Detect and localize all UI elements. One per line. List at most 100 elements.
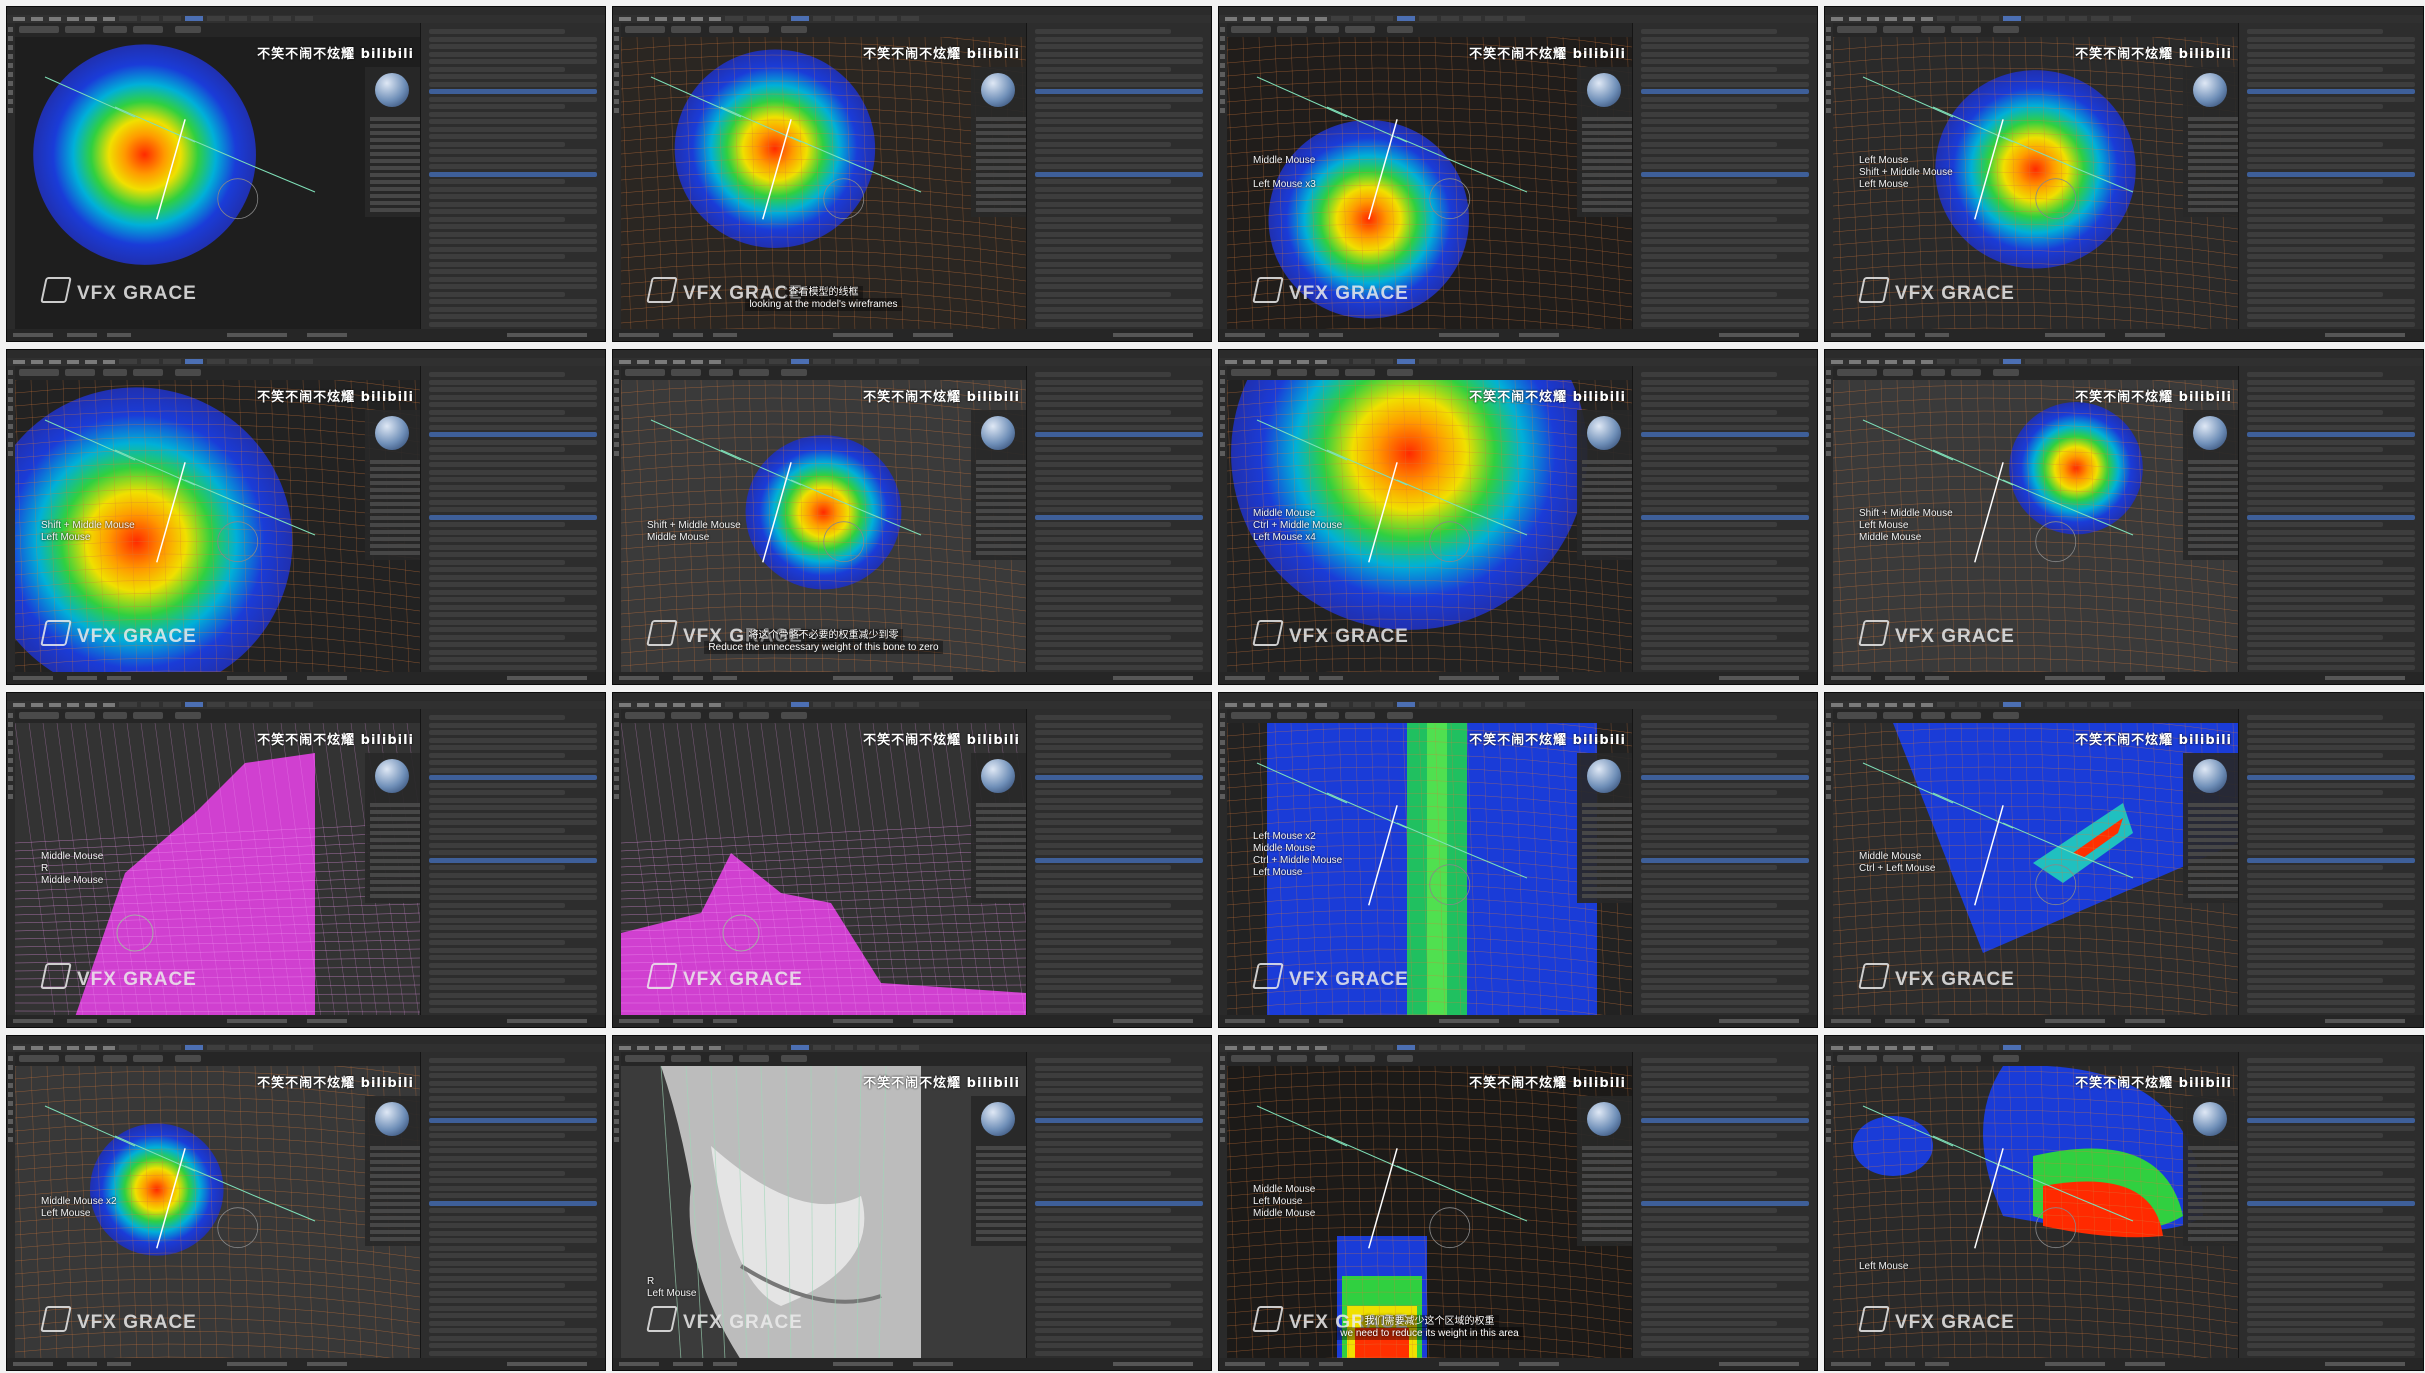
property-row[interactable] — [429, 947, 597, 953]
property-row[interactable] — [1035, 664, 1203, 670]
property-row[interactable] — [2247, 1260, 2415, 1266]
property-row[interactable] — [429, 1275, 597, 1281]
property-row[interactable] — [1035, 604, 1203, 610]
panel-field[interactable] — [370, 173, 420, 177]
tool-icon[interactable] — [1826, 63, 1831, 68]
property-row[interactable] — [429, 1350, 597, 1356]
property-row[interactable] — [1035, 1065, 1203, 1071]
property-row[interactable] — [1641, 29, 1777, 34]
property-row[interactable] — [1641, 947, 1809, 953]
property-row[interactable] — [429, 134, 597, 139]
property-row[interactable] — [1035, 529, 1203, 535]
header-dropdown[interactable] — [671, 26, 701, 33]
property-row[interactable] — [1035, 985, 1203, 990]
property-row[interactable] — [429, 767, 597, 773]
property-row[interactable] — [1641, 1155, 1809, 1161]
property-row[interactable] — [429, 962, 597, 968]
property-row[interactable] — [1035, 409, 1171, 415]
workspace-tab[interactable] — [769, 1045, 787, 1050]
tool-icon[interactable] — [8, 1074, 13, 1079]
property-row[interactable] — [1641, 224, 1809, 229]
tool-icon[interactable] — [614, 108, 619, 113]
property-row[interactable] — [2247, 842, 2415, 848]
property-row[interactable] — [1641, 1238, 1809, 1243]
menu-bar[interactable] — [1219, 15, 1817, 23]
tool-icon[interactable] — [8, 415, 13, 420]
workspace-tab[interactable] — [901, 359, 919, 364]
property-row[interactable] — [2247, 649, 2415, 655]
property-row[interactable] — [429, 752, 565, 758]
property-row[interactable] — [1035, 737, 1203, 743]
property-row[interactable] — [1641, 1095, 1777, 1101]
property-row[interactable] — [1035, 1148, 1203, 1153]
sidebar-n-panel[interactable] — [365, 753, 420, 903]
menu-item[interactable] — [637, 360, 649, 364]
viewport-header[interactable] — [621, 1052, 1026, 1066]
3d-viewport[interactable]: 不笑不闹不炫耀 bilibili VFX GRACE Left Mouse Shif… — [1833, 37, 2238, 329]
tool-icon[interactable] — [1220, 433, 1225, 438]
panel-field[interactable] — [370, 1209, 420, 1213]
workspace-tab[interactable] — [2091, 1045, 2109, 1050]
tool-icon[interactable] — [614, 442, 619, 447]
properties-editor[interactable] — [420, 1052, 605, 1358]
property-row[interactable] — [1641, 1000, 1809, 1005]
tool-icon[interactable] — [8, 740, 13, 745]
property-row[interactable] — [429, 559, 565, 565]
menu-item[interactable] — [655, 703, 667, 707]
workspace-tab[interactable] — [2047, 16, 2065, 21]
property-row[interactable] — [429, 1260, 597, 1266]
properties-editor[interactable] — [420, 366, 605, 672]
property-row[interactable] — [1035, 730, 1203, 735]
panel-field[interactable] — [1582, 866, 1632, 870]
header-dropdown[interactable] — [1277, 712, 1307, 719]
workspace-tab[interactable] — [1485, 359, 1503, 364]
property-row[interactable] — [2247, 627, 2415, 632]
panel-field[interactable] — [370, 1160, 420, 1164]
property-row[interactable] — [429, 1200, 597, 1206]
tool-icon[interactable] — [1220, 1056, 1225, 1061]
property-row[interactable] — [1035, 797, 1203, 803]
property-row[interactable] — [429, 925, 597, 930]
menu-item[interactable] — [1885, 360, 1897, 364]
property-row[interactable] — [429, 552, 597, 557]
panel-field[interactable] — [976, 138, 1026, 142]
workspace-tab[interactable] — [725, 359, 743, 364]
property-row[interactable] — [1035, 179, 1171, 184]
property-row[interactable] — [429, 164, 597, 169]
workspace-tab[interactable] — [1397, 1045, 1415, 1050]
property-row[interactable] — [2247, 149, 2415, 154]
3d-viewport[interactable]: 不笑不闹不炫耀 bilibili VFX GRACE Left Mouse x2 M… — [1227, 723, 1632, 1015]
property-row[interactable] — [1035, 1073, 1203, 1078]
property-row[interactable] — [1641, 1320, 1777, 1326]
property-row[interactable] — [1641, 164, 1809, 169]
menu-item[interactable] — [1849, 360, 1861, 364]
tool-icon[interactable] — [8, 794, 13, 799]
workspace-tab[interactable] — [1397, 359, 1415, 364]
tool-icon[interactable] — [8, 1065, 13, 1070]
property-row[interactable] — [429, 842, 597, 848]
tool-icon[interactable] — [1220, 370, 1225, 375]
property-row[interactable] — [429, 514, 597, 520]
property-row[interactable] — [1035, 462, 1203, 467]
property-row[interactable] — [1641, 962, 1809, 968]
property-row[interactable] — [2247, 1125, 2415, 1131]
property-row[interactable] — [429, 171, 597, 177]
panel-field[interactable] — [1582, 474, 1632, 478]
panel-field[interactable] — [976, 208, 1026, 212]
matcap-sphere-icon[interactable] — [2193, 759, 2227, 793]
panel-field[interactable] — [976, 523, 1026, 527]
header-dropdown[interactable] — [739, 26, 769, 33]
tool-icon[interactable] — [1826, 388, 1831, 393]
property-row[interactable] — [2247, 529, 2415, 535]
panel-field[interactable] — [976, 873, 1026, 877]
property-row[interactable] — [2247, 992, 2415, 998]
property-row[interactable] — [2247, 36, 2415, 42]
property-row[interactable] — [429, 291, 565, 297]
workspace-tab[interactable] — [1463, 702, 1481, 707]
panel-field[interactable] — [2188, 138, 2238, 142]
panel-field[interactable] — [370, 1174, 420, 1178]
panel-field[interactable] — [1582, 894, 1632, 898]
property-row[interactable] — [429, 857, 597, 863]
tool-icon[interactable] — [8, 758, 13, 763]
tool-icon[interactable] — [8, 767, 13, 772]
